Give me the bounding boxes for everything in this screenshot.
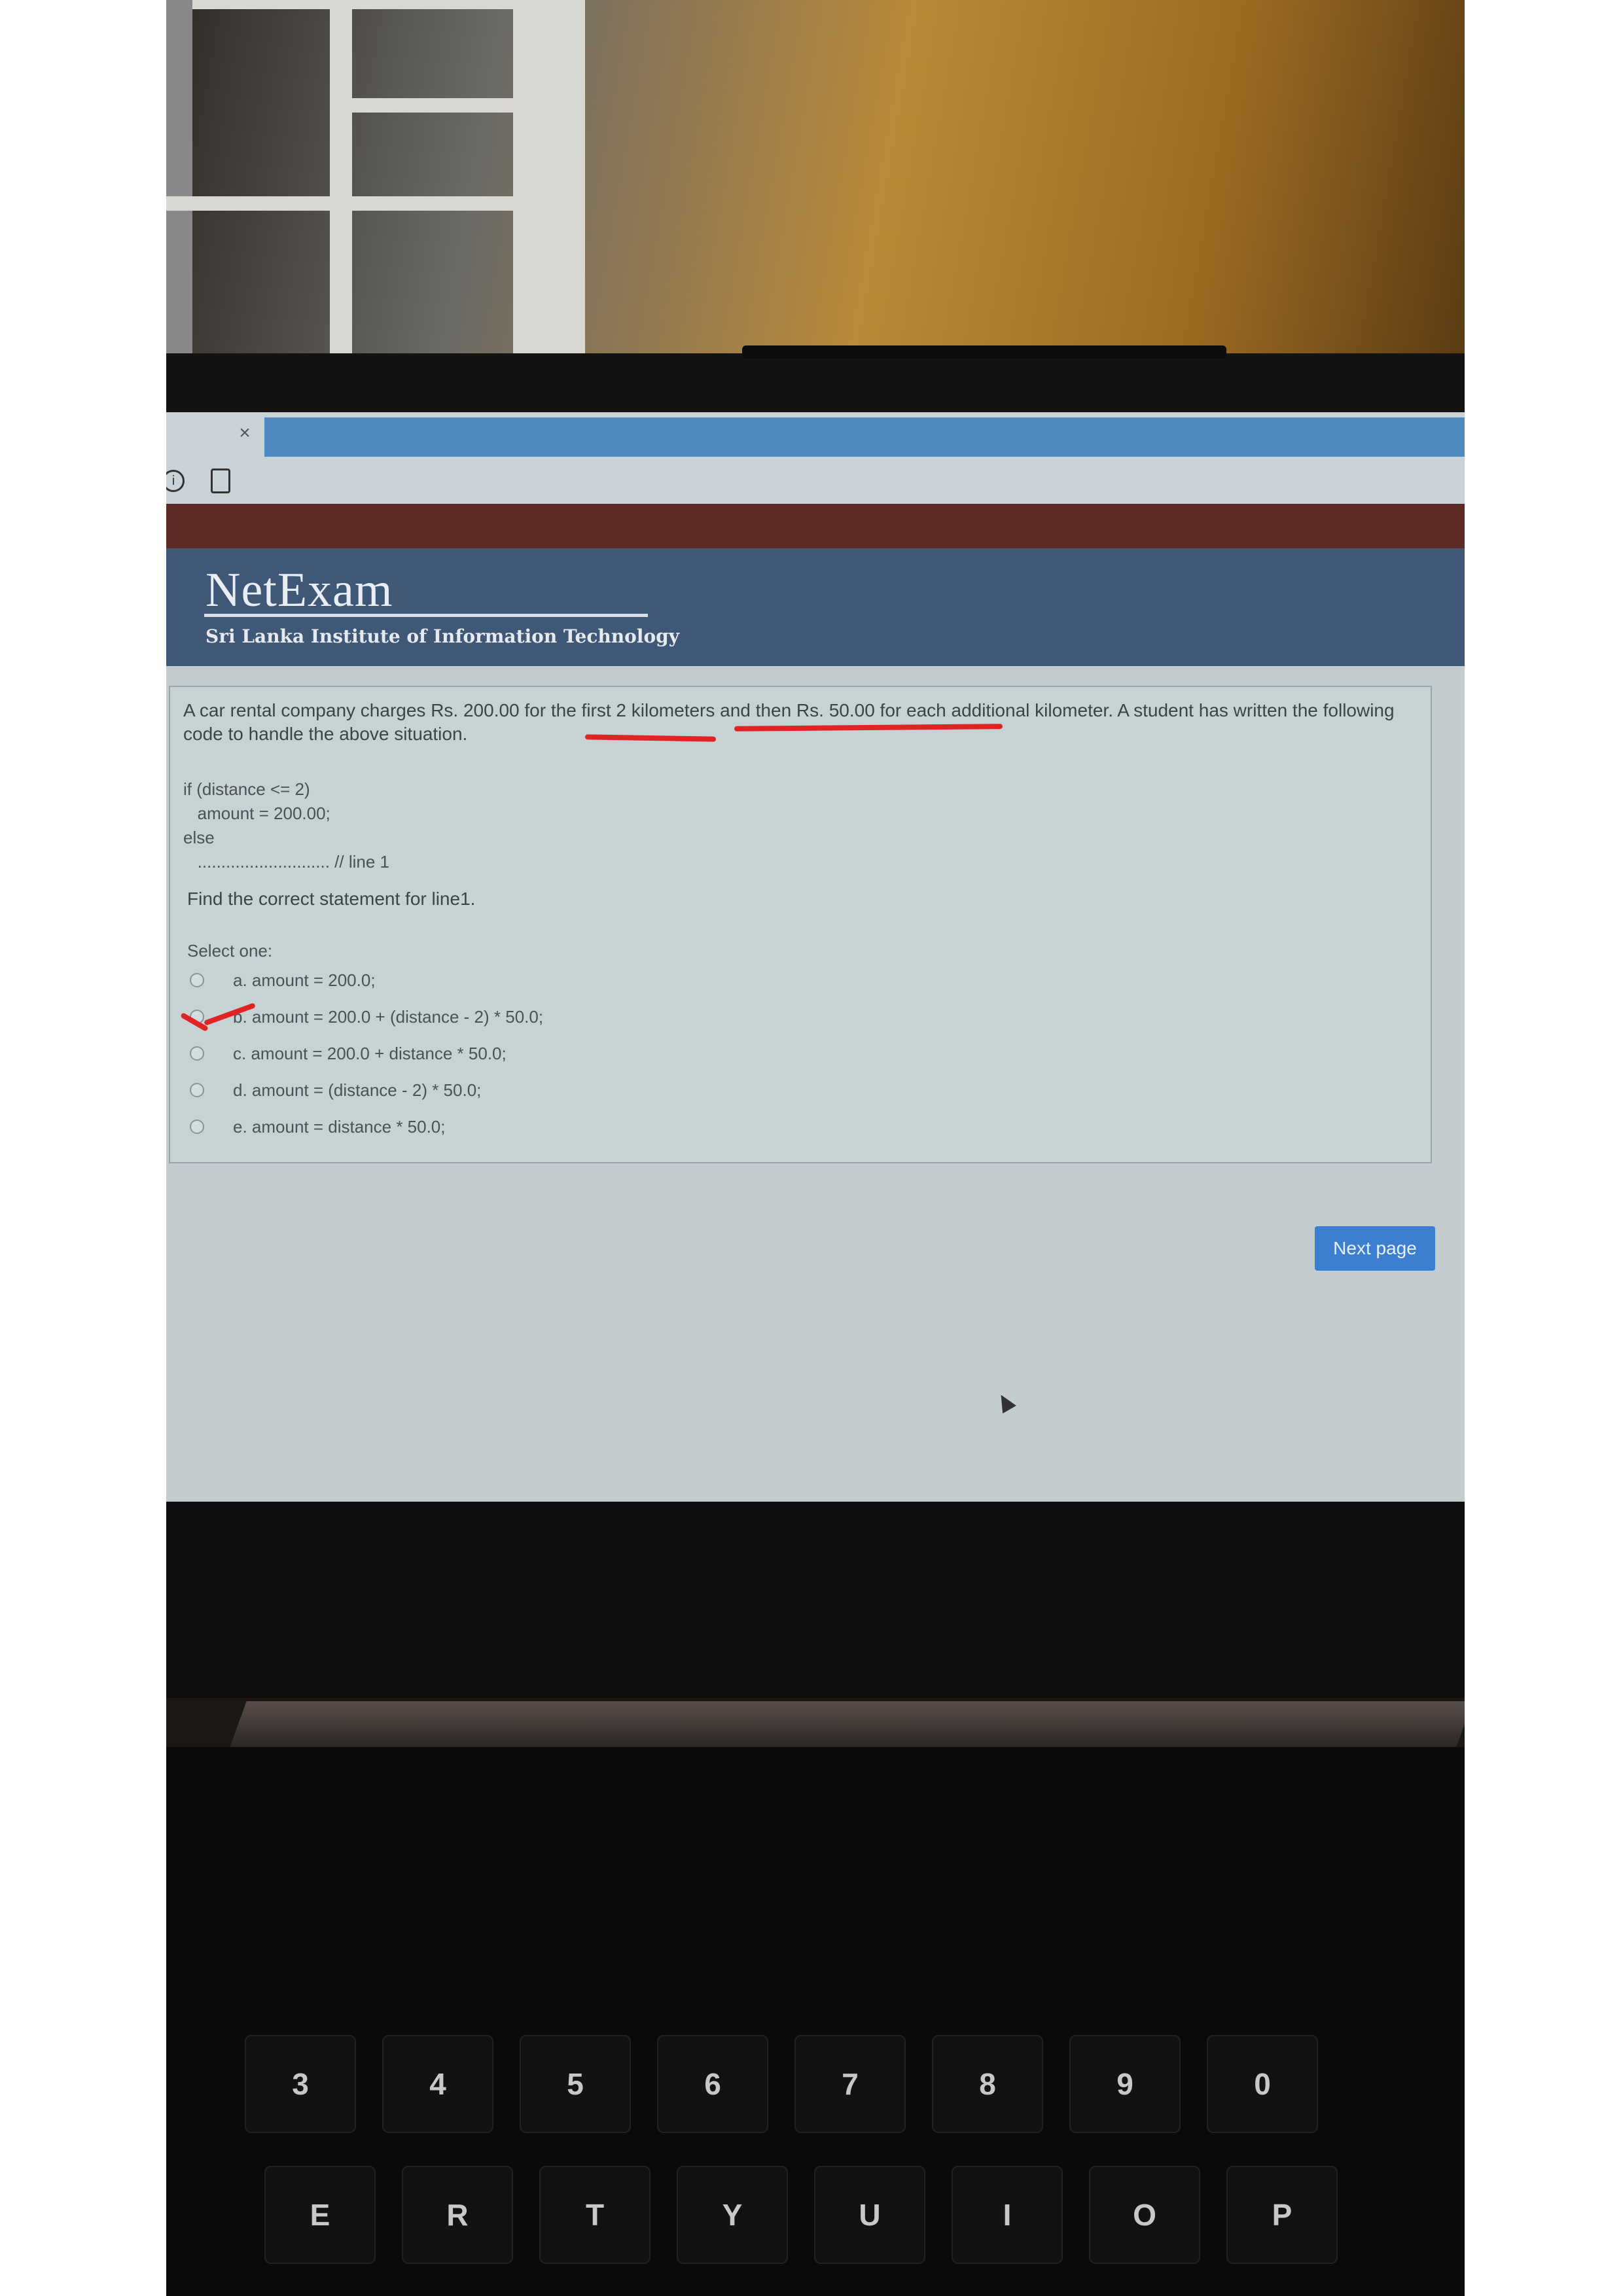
institute-name: Sri Lanka Institute of Information Techn… [205,626,679,647]
code-line: if (distance <= 2) [183,779,310,799]
keyboard: 3 4 5 6 7 8 9 0 E R T Y U I O P [166,1747,1465,2296]
laptop-screen: × i NetExam Sri Lanka Institute of Infor… [166,412,1465,1502]
code-snippet: if (distance <= 2) amount = 200.00; else … [183,777,389,874]
logo-divider [204,614,648,617]
key-e: E [264,2166,376,2264]
browser-tab[interactable] [264,417,1465,457]
key-7: 7 [794,2035,906,2133]
photo-frame: × i NetExam Sri Lanka Institute of Infor… [166,0,1465,2296]
key-t: T [539,2166,651,2264]
option-label: c. amount = 200.0 + distance * 50.0; [233,1043,507,1063]
close-icon[interactable]: × [232,420,258,446]
option-label: d. amount = (distance - 2) * 50.0; [233,1080,482,1100]
code-line: else [183,828,215,847]
code-line: ............................ // line 1 [183,852,389,872]
select-one-label: Select one: [187,941,273,961]
netexam-logo: NetExam [205,563,393,617]
page-info-icon[interactable] [211,468,230,493]
option-d[interactable]: d. amount = (distance - 2) * 50.0; [190,1077,481,1103]
option-label: b. amount = 200.0 + (distance - 2) * 50.… [233,1006,544,1027]
radio-button[interactable] [190,1120,204,1134]
browser-tab-bar: × [166,412,1465,458]
radio-button[interactable] [190,1083,204,1097]
browser-address-bar: i [166,458,1465,504]
key-6: 6 [657,2035,768,2133]
key-i: I [952,2166,1063,2264]
camera-notch [742,345,1226,359]
laptop-hinge [230,1701,1465,1747]
option-a[interactable]: a. amount = 200.0; [190,967,376,993]
key-3: 3 [245,2035,356,2133]
info-icon[interactable]: i [166,470,185,492]
top-strip [166,504,1465,548]
code-line: amount = 200.00; [183,804,330,823]
option-label: e. amount = distance * 50.0; [233,1116,446,1137]
main-content: A car rental company charges Rs. 200.00 … [166,666,1465,1502]
key-4: 4 [382,2035,493,2133]
radio-button[interactable] [190,1046,204,1061]
radio-button[interactable] [190,973,204,987]
key-8: 8 [932,2035,1043,2133]
option-c[interactable]: c. amount = 200.0 + distance * 50.0; [190,1040,507,1067]
site-header: NetExam Sri Lanka Institute of Informati… [166,548,1465,666]
key-5: 5 [520,2035,631,2133]
background-window [166,0,585,357]
next-page-button[interactable]: Next page [1315,1226,1435,1271]
mouse-cursor-icon [994,1390,1016,1414]
key-9: 9 [1069,2035,1181,2133]
key-u: U [814,2166,925,2264]
option-label: a. amount = 200.0; [233,970,376,990]
key-p: P [1226,2166,1338,2264]
question-text: A car rental company charges Rs. 200.00 … [183,700,1395,744]
question-prompt: Find the correct statement for line1. [187,889,476,909]
key-0: 0 [1207,2035,1318,2133]
key-r: R [402,2166,513,2264]
laptop-bezel-bottom [166,1502,1465,1698]
question-box: A car rental company charges Rs. 200.00 … [169,686,1432,1163]
laptop-bezel-top [166,353,1465,412]
option-e[interactable]: e. amount = distance * 50.0; [190,1114,446,1140]
key-o: O [1089,2166,1200,2264]
key-y: Y [677,2166,788,2264]
